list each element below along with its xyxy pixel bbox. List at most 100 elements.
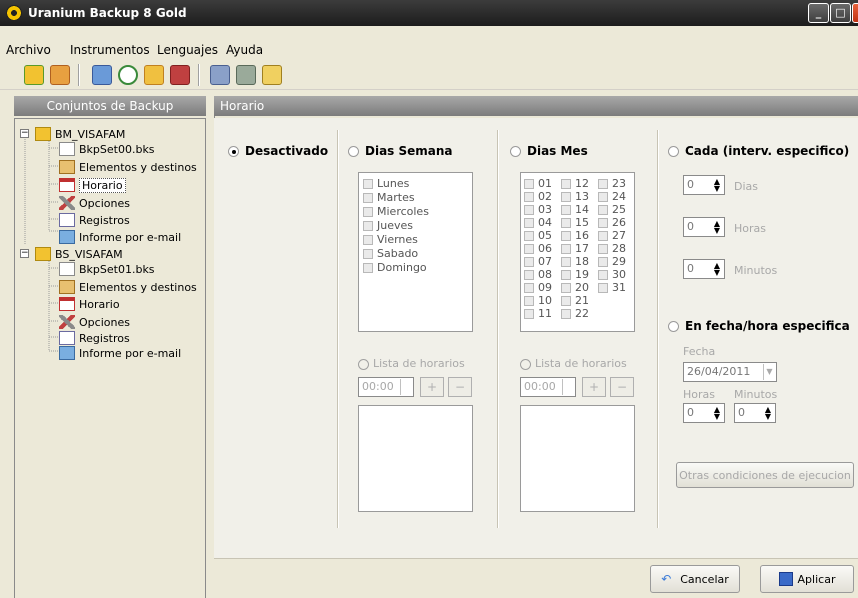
collapse-toggle[interactable]: − [20,129,29,138]
radio-dias-mes[interactable]: Dias Mes [510,144,588,158]
checkbox-day[interactable]: 19 [561,268,589,281]
tree-item-horario-selected[interactable]: Horario [59,177,126,193]
menu-lenguajes[interactable]: Lenguajes [157,43,218,57]
checkbox-day[interactable]: 25 [598,203,626,216]
checkbox-day[interactable]: 09 [524,281,552,294]
checkbox-domingo[interactable]: Domingo [363,261,427,274]
radio-desactivado[interactable]: Desactivado [228,144,328,158]
times-list-semana[interactable] [358,405,473,512]
cancel-button[interactable]: ↶ Cancelar [650,565,740,593]
apply-button[interactable]: Aplicar [760,565,854,593]
time-spinner[interactable]: 00:00 [520,377,576,397]
horas-spinner[interactable]: 0 ▲ ▼ [683,217,725,237]
checkbox-day[interactable]: 17 [561,242,589,255]
settings-icon[interactable] [236,65,256,85]
restore-icon[interactable] [118,65,138,85]
checkbox-day[interactable]: 21 [561,294,589,307]
tree-item-opciones[interactable]: Opciones [59,195,130,211]
spinner-arrows[interactable] [562,379,574,395]
checkbox-day[interactable]: 18 [561,255,589,268]
add-time-button[interactable]: + [582,377,606,397]
tree-item-file[interactable]: BkpSet00.bks [59,141,155,157]
maximize-button[interactable]: □ [830,3,851,23]
checkbox-day[interactable]: 10 [524,294,552,307]
radio-dias-semana[interactable]: Dias Semana [348,144,453,158]
close-button[interactable]: × [852,3,858,23]
minutos-spinner[interactable]: 0 ▲ ▼ [683,259,725,279]
checkbox-day[interactable]: 16 [561,229,589,242]
tree-item-registros[interactable]: Registros [59,212,130,228]
checkbox-day[interactable]: 23 [598,177,626,190]
checkbox-day[interactable]: 02 [524,190,552,203]
new-set-icon[interactable] [24,65,44,85]
checkbox-miercoles[interactable]: Miercoles [363,205,429,218]
checkbox-day[interactable]: 04 [524,216,552,229]
radio-en-fecha[interactable]: En fecha/hora especifica [668,319,850,333]
checkbox-day[interactable]: 27 [598,229,626,242]
tree-item-registros[interactable]: Registros [59,330,130,346]
month-days-list[interactable]: 01 02 03 04 05 06 07 08 09 10 11 12 13 14 15 16 17 18 19 2… [520,172,635,332]
checkbox-day[interactable]: 22 [561,307,589,320]
spinner-arrows-icon[interactable]: ▲ ▼ [763,406,773,421]
checkbox-day[interactable]: 08 [524,268,552,281]
tree-set-bm-visafam[interactable]: BM_VISAFAM [35,126,125,142]
checkbox-sabado[interactable]: Sabado [363,247,418,260]
delete-icon[interactable] [170,65,190,85]
menu-ayuda[interactable]: Ayuda [226,43,263,57]
open-set-icon[interactable] [50,65,70,85]
remove-time-button[interactable]: − [448,377,472,397]
upload-icon[interactable] [92,65,112,85]
checkbox-day[interactable]: 11 [524,307,552,320]
fecha-minutos-spinner[interactable]: 0 ▲ ▼ [734,403,776,423]
checkbox-day[interactable]: 05 [524,229,552,242]
dropdown-arrow-icon[interactable]: ▼ [763,364,775,380]
tree-set-bs-visafam[interactable]: BS_VISAFAM [35,246,123,262]
checkbox-day[interactable]: 12 [561,177,589,190]
menu-instrumentos[interactable]: Instrumentos [70,43,150,57]
fecha-horas-spinner[interactable]: 0 ▲ ▼ [683,403,725,423]
backup-icon[interactable] [144,65,164,85]
checkbox-day[interactable]: 06 [524,242,552,255]
tree-item-informe[interactable]: Informe por e-mail [59,345,181,361]
checkbox-day[interactable]: 30 [598,268,626,281]
checkbox-day[interactable]: 20 [561,281,589,294]
checkbox-day[interactable]: 24 [598,190,626,203]
spinner-arrows-icon[interactable]: ▲ ▼ [712,220,722,235]
checkbox-day[interactable]: 28 [598,242,626,255]
remove-time-button[interactable]: − [610,377,634,397]
otras-condiciones-button[interactable]: Otras condiciones de ejecucion [676,462,854,488]
minimize-button[interactable]: _ [808,3,829,23]
tree-item-file[interactable]: BkpSet01.bks [59,261,155,277]
checkbox-day[interactable]: 03 [524,203,552,216]
spinner-arrows[interactable] [400,379,412,395]
tree-item-elementos[interactable]: Elementos y destinos [59,279,197,295]
spinner-arrows-icon[interactable]: ▲ ▼ [712,262,722,277]
tree-item-informe[interactable]: Informe por e-mail [59,229,181,245]
radio-cada[interactable]: Cada (interv. especifico) [668,144,849,158]
checkbox-day[interactable]: 01 [524,177,552,190]
checkbox-day[interactable]: 14 [561,203,589,216]
checkbox-day[interactable]: 15 [561,216,589,229]
spinner-arrows-icon[interactable]: ▲ ▼ [712,178,722,193]
checkbox-lunes[interactable]: Lunes [363,177,409,190]
dias-spinner[interactable]: 0 ▲ ▼ [683,175,725,195]
checkbox-day[interactable]: 29 [598,255,626,268]
checkbox-martes[interactable]: Martes [363,191,415,204]
spinner-arrows-icon[interactable]: ▲ ▼ [712,406,722,421]
times-list-mes[interactable] [520,405,635,512]
checkbox-viernes[interactable]: Viernes [363,233,418,246]
weekdays-list[interactable]: Lunes Martes Miercoles Jueves Viernes Sa… [358,172,473,332]
menu-archivo[interactable]: Archivo [6,43,51,57]
add-time-button[interactable]: + [420,377,444,397]
fecha-date-picker[interactable]: 26/04/2011 ▼ [683,362,777,382]
checkbox-day[interactable]: 13 [561,190,589,203]
tree-item-horario[interactable]: Horario [59,296,120,312]
checkbox-day[interactable]: 07 [524,255,552,268]
checkbox-day[interactable]: 26 [598,216,626,229]
checkbox-jueves[interactable]: Jueves [363,219,413,232]
tree-item-elementos[interactable]: Elementos y destinos [59,159,197,175]
help-icon[interactable] [262,65,282,85]
tree-item-opciones[interactable]: Opciones [59,314,130,330]
checkbox-day[interactable]: 31 [598,281,626,294]
time-spinner[interactable]: 00:00 [358,377,414,397]
